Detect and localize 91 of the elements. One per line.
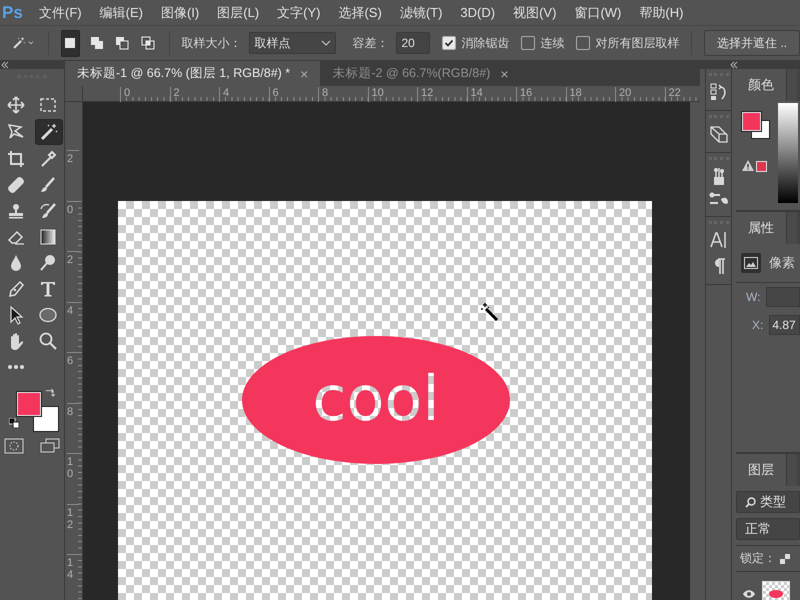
menu-item[interactable]: 帮助(H) xyxy=(630,4,692,22)
more-icon xyxy=(6,365,26,369)
tolerance-label: 容差： xyxy=(352,34,388,52)
ellipse-with-text-drawing: cool xyxy=(242,336,510,464)
checkbox-label: 对所有图层取样 xyxy=(595,34,680,52)
color-swatches[interactable] xyxy=(17,392,59,432)
select-and-mask-button[interactable]: 选择并遮住 .. xyxy=(704,30,800,56)
ruler-label: 12 xyxy=(67,504,79,531)
ruler-label: 0 xyxy=(67,200,79,216)
image-icon xyxy=(744,257,758,269)
screen-mode-icon[interactable] xyxy=(40,438,60,454)
history-icon[interactable] xyxy=(708,82,728,102)
ruler-label: 14 xyxy=(67,554,79,582)
quick-mask-icon[interactable] xyxy=(4,438,24,454)
stamp-icon xyxy=(6,201,26,221)
selection-mode-button[interactable] xyxy=(60,30,80,56)
ellipse-icon xyxy=(38,305,58,325)
menu-item[interactable]: 图层(L) xyxy=(208,4,268,22)
gamut-color-swatch[interactable] xyxy=(756,161,767,172)
cube-icon[interactable] xyxy=(708,124,728,144)
sample-size-label: 取样大小： xyxy=(181,34,242,52)
dodge-icon xyxy=(38,253,58,273)
checkbox[interactable] xyxy=(442,36,456,50)
menu-item[interactable]: 选择(S) xyxy=(329,4,391,22)
magic-wand-cursor-icon xyxy=(480,303,500,323)
tab-title: 未标题-1 @ 66.7% (图层 1, RGB/8#) * xyxy=(77,65,290,82)
ruler-label: 6 xyxy=(67,352,79,368)
lock-label: 锁定： xyxy=(740,550,776,567)
close-tab-button[interactable]: × xyxy=(300,66,308,82)
checkerboard-icon[interactable] xyxy=(780,554,790,564)
warning-icon xyxy=(742,160,754,171)
checkbox[interactable] xyxy=(521,36,536,50)
selection-mode-icon xyxy=(114,35,130,51)
magic-wand-icon xyxy=(39,122,59,142)
menu-item[interactable]: 滤镜(T) xyxy=(390,4,452,22)
move-icon xyxy=(6,95,26,115)
swap-arrows-icon[interactable] xyxy=(45,388,56,399)
selection-mode-icon xyxy=(88,35,105,51)
menu-item[interactable]: 文件(F) xyxy=(30,4,91,22)
layer-thumbnail[interactable] xyxy=(762,581,790,600)
gradient-icon xyxy=(38,227,58,247)
sample-size-dropdown[interactable]: 取样点 xyxy=(249,32,336,54)
menu-item[interactable]: 窗口(W) xyxy=(565,4,630,22)
caret-icon xyxy=(321,40,332,46)
input-field[interactable] xyxy=(766,287,800,307)
field-label: X: xyxy=(752,318,764,332)
tolerance-field[interactable]: 20 xyxy=(396,32,430,54)
selection-mode-icon xyxy=(140,35,156,51)
ruler-label: 10 xyxy=(67,453,79,480)
brush-arrow-icon xyxy=(38,201,58,221)
brush-icon xyxy=(38,175,58,195)
scrollbar[interactable] xyxy=(690,102,700,600)
tool-button[interactable] xyxy=(35,119,63,145)
zoom-icon xyxy=(38,331,58,351)
menu-item[interactable]: 3D(D) xyxy=(451,5,504,20)
collapse-icon[interactable] xyxy=(730,61,738,69)
menu-item[interactable]: 图像(I) xyxy=(152,4,208,22)
ruler-label: 2 xyxy=(67,150,79,166)
app-logo: Ps xyxy=(1,2,24,22)
panel-tab[interactable]: 颜色 xyxy=(736,69,787,101)
checkbox-label: 消除锯齿 xyxy=(461,34,510,52)
foreground-color-swatch[interactable] xyxy=(742,112,761,131)
pen-icon xyxy=(6,279,26,299)
field-label: W: xyxy=(746,290,760,304)
color-spectrum[interactable] xyxy=(778,103,798,203)
eye-icon[interactable] xyxy=(742,589,756,599)
ruler-label: 4 xyxy=(67,302,79,317)
menu-item[interactable]: 视图(V) xyxy=(504,4,566,22)
menu-item[interactable]: 编辑(E) xyxy=(90,4,152,22)
input-field[interactable]: 4.87 xyxy=(769,315,800,335)
lasso-icon xyxy=(6,121,26,141)
collapse-icon[interactable] xyxy=(1,61,9,69)
layer-kind-label: 像素 xyxy=(769,254,795,272)
document-tab[interactable]: 未标题-2 @ 66.7%(RGB/8#) × xyxy=(320,61,521,86)
character-icon[interactable] xyxy=(708,230,728,250)
type-icon xyxy=(38,279,58,299)
document-tab[interactable]: 未标题-1 @ 66.7% (图层 1, RGB/8#) * × xyxy=(65,61,320,86)
default-colors-icon[interactable] xyxy=(9,418,19,428)
close-tab-button[interactable]: × xyxy=(500,66,509,82)
tab-title: 未标题-2 @ 66.7%(RGB/8#) xyxy=(332,65,490,82)
blend-mode-dropdown[interactable]: 正常 xyxy=(736,518,800,540)
checkbox[interactable] xyxy=(576,36,590,50)
layer-filter-dropdown[interactable]: 类型 xyxy=(736,491,800,513)
ruler-label: 2 xyxy=(67,251,79,266)
panel-tab[interactable]: 图层 xyxy=(736,454,787,486)
checkbox-label: 连续 xyxy=(540,34,564,52)
crop-icon xyxy=(6,149,26,169)
ruler-label: 8 xyxy=(67,402,79,418)
menu-item[interactable]: 文字(Y) xyxy=(268,4,330,22)
search-icon xyxy=(745,496,756,508)
panel-tab[interactable]: 属性 xyxy=(736,212,787,244)
